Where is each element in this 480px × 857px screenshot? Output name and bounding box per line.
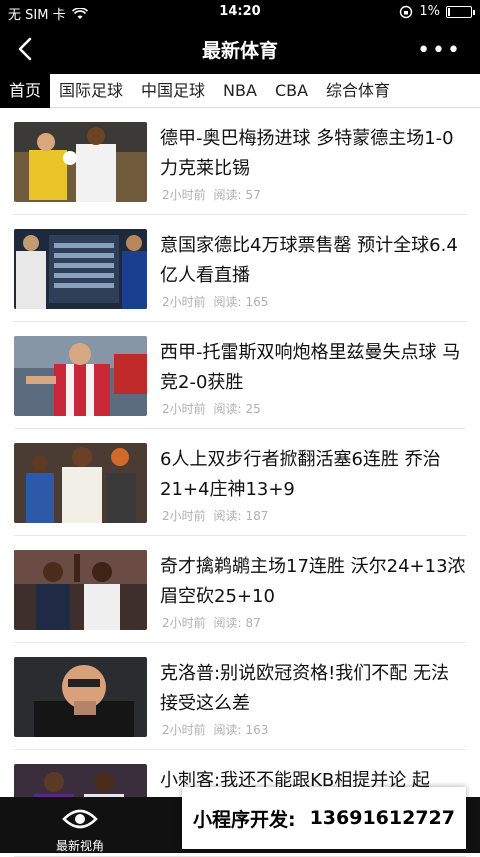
tab-home[interactable]: 首页: [0, 73, 51, 108]
article-reads-label: 阅读:: [213, 509, 242, 523]
bottom-tab-latest-view[interactable]: 最新视角: [0, 797, 160, 853]
article-time: 2小时前: [162, 402, 206, 416]
article-meta: 2小时前 阅读: 57: [162, 186, 261, 203]
article-thumbnail: [14, 122, 147, 202]
article-meta: 2小时前 阅读: 87: [162, 614, 261, 631]
article-item[interactable]: 意国家德比4万球票售罄 预计全球6.4亿人看直播 2小时前 阅读: 165: [14, 215, 466, 322]
article-meta: 2小时前 阅读: 163: [162, 721, 268, 738]
article-title: 德甲-奥巴梅扬进球 多特蒙德主场1-0力克莱比锡: [160, 128, 454, 179]
nav-bar: 最新体育 •••: [0, 24, 480, 74]
article-thumbnail: [14, 657, 147, 737]
article-title: 奇才擒鹈鹕主场17连胜 沃尔24+13浓眉空砍25+10: [160, 556, 466, 607]
rotation-lock-icon: [400, 5, 413, 18]
eye-icon: [62, 809, 98, 829]
article-reads-label: 阅读:: [213, 616, 242, 630]
promo-label: 小程序开发:: [192, 808, 296, 831]
article-reads-label: 阅读:: [213, 295, 242, 309]
tab-international-football[interactable]: 国际足球: [50, 74, 132, 108]
article-time: 2小时前: [162, 509, 206, 523]
category-tabs: 首页 国际足球 中国足球 NBA CBA 综合体育: [0, 73, 480, 108]
article-meta: 2小时前 阅读: 25: [162, 400, 261, 417]
article-thumbnail: [14, 229, 147, 309]
article-reads: 187: [245, 509, 269, 523]
article-time: 2小时前: [162, 295, 206, 309]
tab-cba[interactable]: CBA: [266, 74, 317, 108]
article-time: 2小时前: [162, 188, 206, 202]
promo-phone[interactable]: 13691612727: [310, 807, 455, 829]
article-thumbnail: [14, 443, 147, 523]
article-thumbnail: [14, 336, 147, 416]
article-item[interactable]: 克洛普:别说欧冠资格!我们不配 无法接受这么差 2小时前 阅读: 163: [14, 643, 466, 750]
battery-percent: 1%: [419, 4, 440, 19]
promo-overlay: 小程序开发: 13691612727: [182, 787, 466, 849]
article-time: 2小时前: [162, 723, 206, 737]
article-time: 2小时前: [162, 616, 206, 630]
article-item[interactable]: 德甲-奥巴梅扬进球 多特蒙德主场1-0力克莱比锡 2小时前 阅读: 57: [14, 108, 466, 215]
article-title: 意国家德比4万球票售罄 预计全球6.4亿人看直播: [160, 235, 458, 286]
article-reads: 163: [245, 723, 269, 737]
article-reads-label: 阅读:: [213, 402, 242, 416]
article-reads-label: 阅读:: [213, 188, 242, 202]
article-title: 克洛普:别说欧冠资格!我们不配 无法接受这么差: [160, 663, 450, 714]
tab-general-sports[interactable]: 综合体育: [317, 74, 399, 108]
article-list: 德甲-奥巴梅扬进球 多特蒙德主场1-0力克莱比锡 2小时前 阅读: 57 意国家德…: [0, 108, 480, 857]
article-title: 6人上双步行者掀翻活塞6连胜 乔治21+4庄神13+9: [160, 449, 441, 500]
article-meta: 2小时前 阅读: 187: [162, 507, 268, 524]
status-bar: 无 SIM 卡 14:20 1%: [0, 0, 480, 24]
article-thumbnail: [14, 550, 147, 630]
battery-icon: [446, 5, 475, 18]
bottom-tab-label: 最新视角: [55, 839, 104, 853]
article-reads-label: 阅读:: [213, 723, 242, 737]
page-title: 最新体育: [201, 40, 278, 62]
article-item[interactable]: 西甲-托雷斯双响炮格里兹曼失点球 马竞2-0获胜 2小时前 阅读: 25: [14, 322, 466, 429]
article-title: 西甲-托雷斯双响炮格里兹曼失点球 马竞2-0获胜: [160, 342, 461, 393]
article-item[interactable]: 6人上双步行者掀翻活塞6连胜 乔治21+4庄神13+9 2小时前 阅读: 187: [14, 429, 466, 536]
article-reads: 87: [245, 616, 261, 630]
status-right: 1%: [399, 4, 475, 19]
tab-chinese-football[interactable]: 中国足球: [132, 74, 214, 108]
article-item[interactable]: 奇才擒鹈鹕主场17连胜 沃尔24+13浓眉空砍25+10 2小时前 阅读: 87: [14, 536, 466, 643]
article-reads: 57: [245, 188, 261, 202]
article-reads: 165: [245, 295, 269, 309]
more-options-button[interactable]: •••: [417, 38, 462, 63]
article-reads: 25: [245, 402, 261, 416]
article-meta: 2小时前 阅读: 165: [162, 293, 268, 310]
tab-nba[interactable]: NBA: [214, 74, 266, 108]
